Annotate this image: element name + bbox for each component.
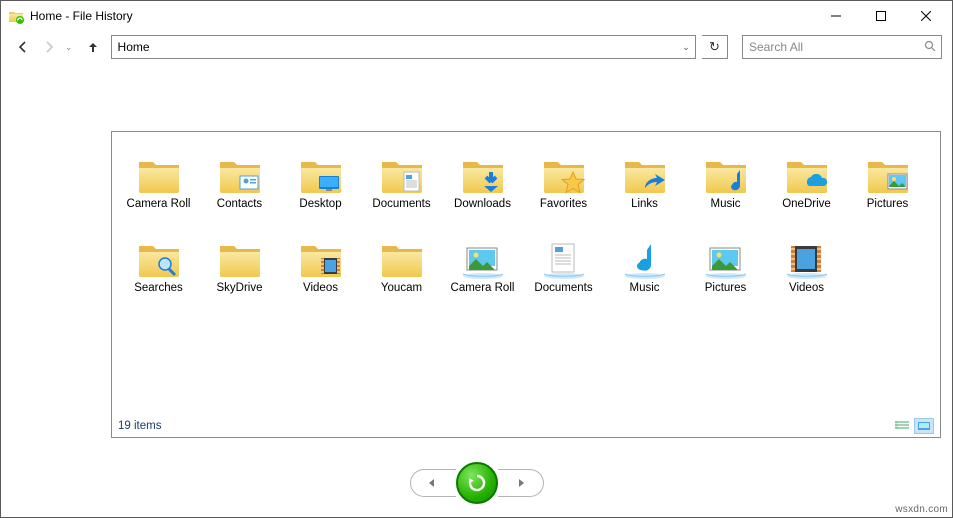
folder-icon: [378, 232, 426, 280]
close-button[interactable]: [903, 2, 948, 30]
folder-item[interactable]: Music: [685, 148, 766, 226]
maximize-button[interactable]: [858, 2, 903, 30]
doc-icon: [378, 148, 426, 196]
navigation-bar: ⌄ Home ⌄ ↻ Search All: [1, 31, 952, 61]
folder-item[interactable]: Contacts: [199, 148, 280, 226]
folder-item[interactable]: Downloads: [442, 148, 523, 226]
recent-locations-dropdown[interactable]: ⌄: [65, 42, 73, 53]
desktop-icon: [297, 148, 345, 196]
folder-icon: [135, 148, 183, 196]
next-version-button[interactable]: [498, 469, 544, 497]
folder-item[interactable]: Documents: [361, 148, 442, 226]
item-label: Pictures: [705, 282, 747, 310]
restore-button[interactable]: [456, 462, 498, 504]
item-label: OneDrive: [782, 198, 831, 226]
folder-item[interactable]: SkyDrive: [199, 232, 280, 310]
app-icon: [8, 8, 24, 24]
previous-version-button[interactable]: [410, 469, 456, 497]
history-controls: [1, 461, 952, 505]
item-label: Documents: [534, 282, 592, 310]
refresh-button[interactable]: ↻: [702, 35, 728, 59]
address-bar[interactable]: Home ⌄: [111, 35, 696, 59]
folder-item[interactable]: Camera Roll: [442, 232, 523, 310]
video-icon: [297, 232, 345, 280]
folder-item[interactable]: Documents: [523, 232, 604, 310]
search-placeholder: Search All: [743, 40, 919, 54]
folder-item[interactable]: Searches: [118, 232, 199, 310]
item-label: Favorites: [540, 198, 587, 226]
item-label: Camera Roll: [127, 198, 191, 226]
picture-icon: [864, 148, 912, 196]
item-label: Music: [629, 282, 659, 310]
back-button[interactable]: [13, 37, 33, 57]
item-label: Youcam: [381, 282, 422, 310]
folder-item[interactable]: OneDrive: [766, 148, 847, 226]
search-icon[interactable]: [919, 40, 941, 55]
item-label: Documents: [372, 198, 430, 226]
folder-item[interactable]: Favorites: [523, 148, 604, 226]
folder-item[interactable]: Pictures: [847, 148, 928, 226]
folder-item[interactable]: Camera Roll: [118, 148, 199, 226]
folder-item[interactable]: Links: [604, 148, 685, 226]
folder-item[interactable]: Videos: [280, 232, 361, 310]
address-dropdown[interactable]: ⌄: [677, 42, 695, 53]
item-label: Pictures: [867, 198, 909, 226]
item-label: Links: [631, 198, 658, 226]
window-title: Home - File History: [30, 9, 813, 23]
watermark: wsxdn.com: [895, 504, 948, 515]
search-icon: [135, 232, 183, 280]
cloud-icon: [783, 148, 831, 196]
folder-icon: [216, 232, 264, 280]
item-label: Searches: [134, 282, 183, 310]
item-label: Downloads: [454, 198, 511, 226]
item-label: Music: [710, 198, 740, 226]
music-icon: [702, 148, 750, 196]
item-label: Videos: [789, 282, 824, 310]
lib-video-icon: [783, 232, 831, 280]
details-view-button[interactable]: [892, 418, 912, 434]
folder-item[interactable]: Music: [604, 232, 685, 310]
lib-music-icon: [621, 232, 669, 280]
item-label: Videos: [303, 282, 338, 310]
download-icon: [459, 148, 507, 196]
lib-doc-icon: [540, 232, 588, 280]
forward-button[interactable]: [39, 37, 59, 57]
items-grid: Camera Roll Contacts Desktop Documents D…: [112, 132, 940, 324]
folder-item[interactable]: Videos: [766, 232, 847, 310]
item-label: Contacts: [217, 198, 262, 226]
address-location[interactable]: Home: [112, 40, 677, 54]
folder-item[interactable]: Desktop: [280, 148, 361, 226]
icons-view-button[interactable]: [914, 418, 934, 434]
item-label: Desktop: [299, 198, 341, 226]
link-icon: [621, 148, 669, 196]
folder-item[interactable]: Youcam: [361, 232, 442, 310]
search-box[interactable]: Search All: [742, 35, 942, 59]
title-bar: Home - File History: [1, 1, 952, 31]
folder-item[interactable]: Pictures: [685, 232, 766, 310]
lib-pictures-icon: [702, 232, 750, 280]
content-panel: Camera Roll Contacts Desktop Documents D…: [111, 131, 941, 438]
item-label: Camera Roll: [451, 282, 515, 310]
contact-icon: [216, 148, 264, 196]
lib-pictures-icon: [459, 232, 507, 280]
up-button[interactable]: [83, 37, 103, 57]
star-icon: [540, 148, 588, 196]
status-bar: 19 items: [112, 415, 940, 437]
minimize-button[interactable]: [813, 2, 858, 30]
item-count: 19 items: [118, 420, 161, 432]
item-label: SkyDrive: [216, 282, 262, 310]
